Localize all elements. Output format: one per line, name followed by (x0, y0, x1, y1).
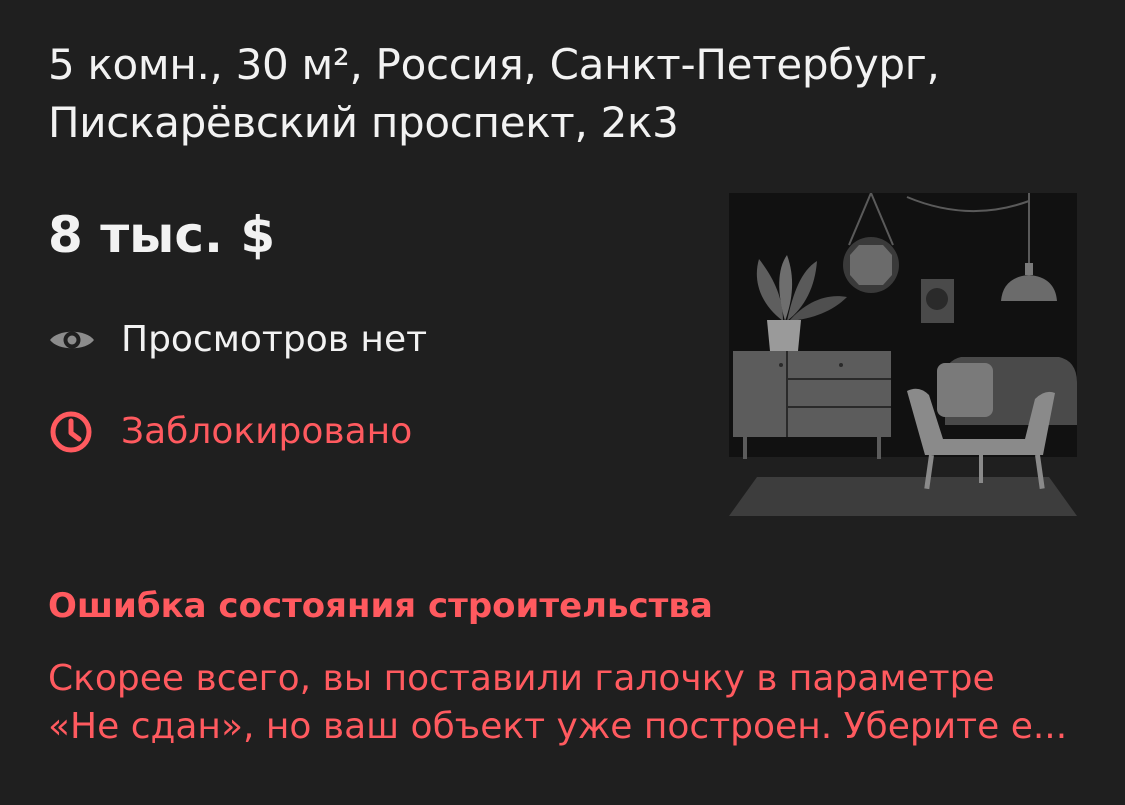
status-text: Заблокировано (121, 411, 413, 452)
error-description-line1: Скорее всего, вы поставили галочку в пар… (48, 658, 995, 699)
listing-card[interactable]: 5 комн., 30 м², Россия, Санкт-Петербург,… (0, 0, 1125, 805)
listing-title: 5 комн., 30 м², Россия, Санкт-Петербург,… (48, 36, 1088, 152)
listing-photo-placeholder[interactable] (729, 192, 1077, 516)
listing-title-line1: 5 комн., 30 м², Россия, Санкт-Петербург, (48, 40, 940, 89)
listing-title-line2: Пискарёвский проспект, 2к3 (48, 98, 679, 147)
views-row: Просмотров нет (48, 316, 427, 364)
clock-icon (48, 408, 96, 456)
views-count-text: Просмотров нет (121, 319, 428, 360)
error-title: Ошибка состояния строительства (48, 586, 713, 626)
room-illustration (729, 192, 1077, 516)
error-description-line2: «Не сдан», но ваш объект уже построен. У… (48, 706, 1068, 747)
eye-icon (48, 316, 96, 364)
status-row: Заблокировано (48, 408, 412, 456)
listing-price: 8 тыс. $ (48, 206, 276, 264)
error-description: Скорее всего, вы поставили галочку в пар… (48, 655, 1088, 751)
